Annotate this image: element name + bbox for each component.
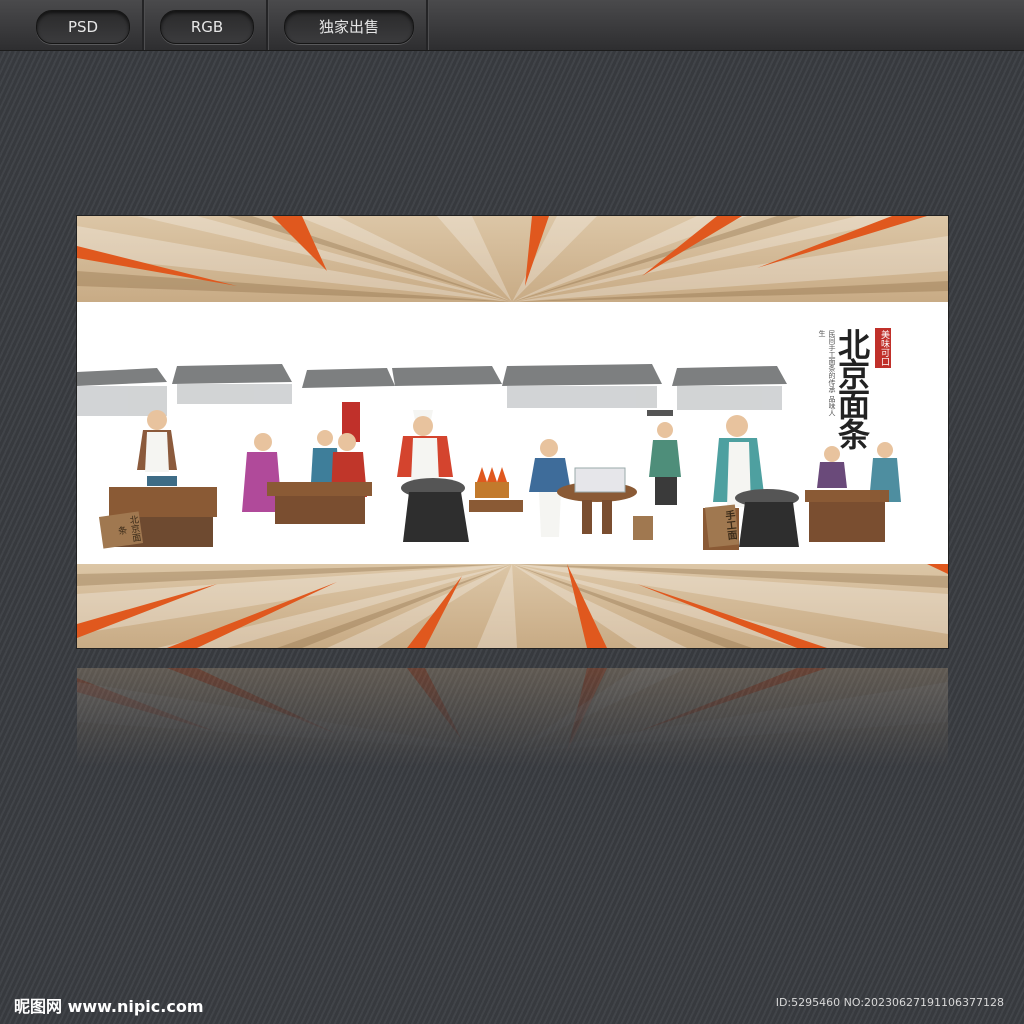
- banner-badge: 美味可口: [875, 328, 891, 368]
- site-logo: 昵图网 www.nipic.com: [14, 997, 204, 1016]
- toolbar-divider: [426, 0, 429, 50]
- figure-noodle-puller: [529, 439, 637, 537]
- sign-right: 手工面: [704, 504, 740, 548]
- top-burst-band: [77, 216, 948, 302]
- figure-last-table: [805, 442, 901, 542]
- banner-vertical-text: 民间手工面条的传承 品味人生: [818, 330, 836, 417]
- burst-rays-bottom: [77, 564, 948, 648]
- psd-format-button[interactable]: PSD: [36, 10, 130, 44]
- figure-diners: [242, 430, 372, 524]
- bottom-burst-band: [77, 564, 948, 648]
- figure-chef-pot: [397, 410, 523, 542]
- reflection-rays: [77, 668, 948, 768]
- figure-waiter: [633, 410, 681, 540]
- image-id-text: ID:5295460 NO:20230627191106377128: [775, 996, 1004, 1009]
- rgb-mode-button[interactable]: RGB: [160, 10, 254, 44]
- sign-left: 北京面条: [98, 511, 144, 549]
- toolbar-divider: [142, 0, 145, 50]
- banner-preview: 北京面条 美味可口 民间手工面条的传承 品味人生 北京面条 手工面: [77, 216, 948, 648]
- banner-reflection: [77, 668, 948, 768]
- toolbar-divider: [266, 0, 269, 50]
- top-toolbar: PSD RGB 独家出售: [0, 0, 1024, 51]
- burst-rays-top: [77, 216, 948, 302]
- exclusive-sale-button[interactable]: 独家出售: [284, 10, 414, 44]
